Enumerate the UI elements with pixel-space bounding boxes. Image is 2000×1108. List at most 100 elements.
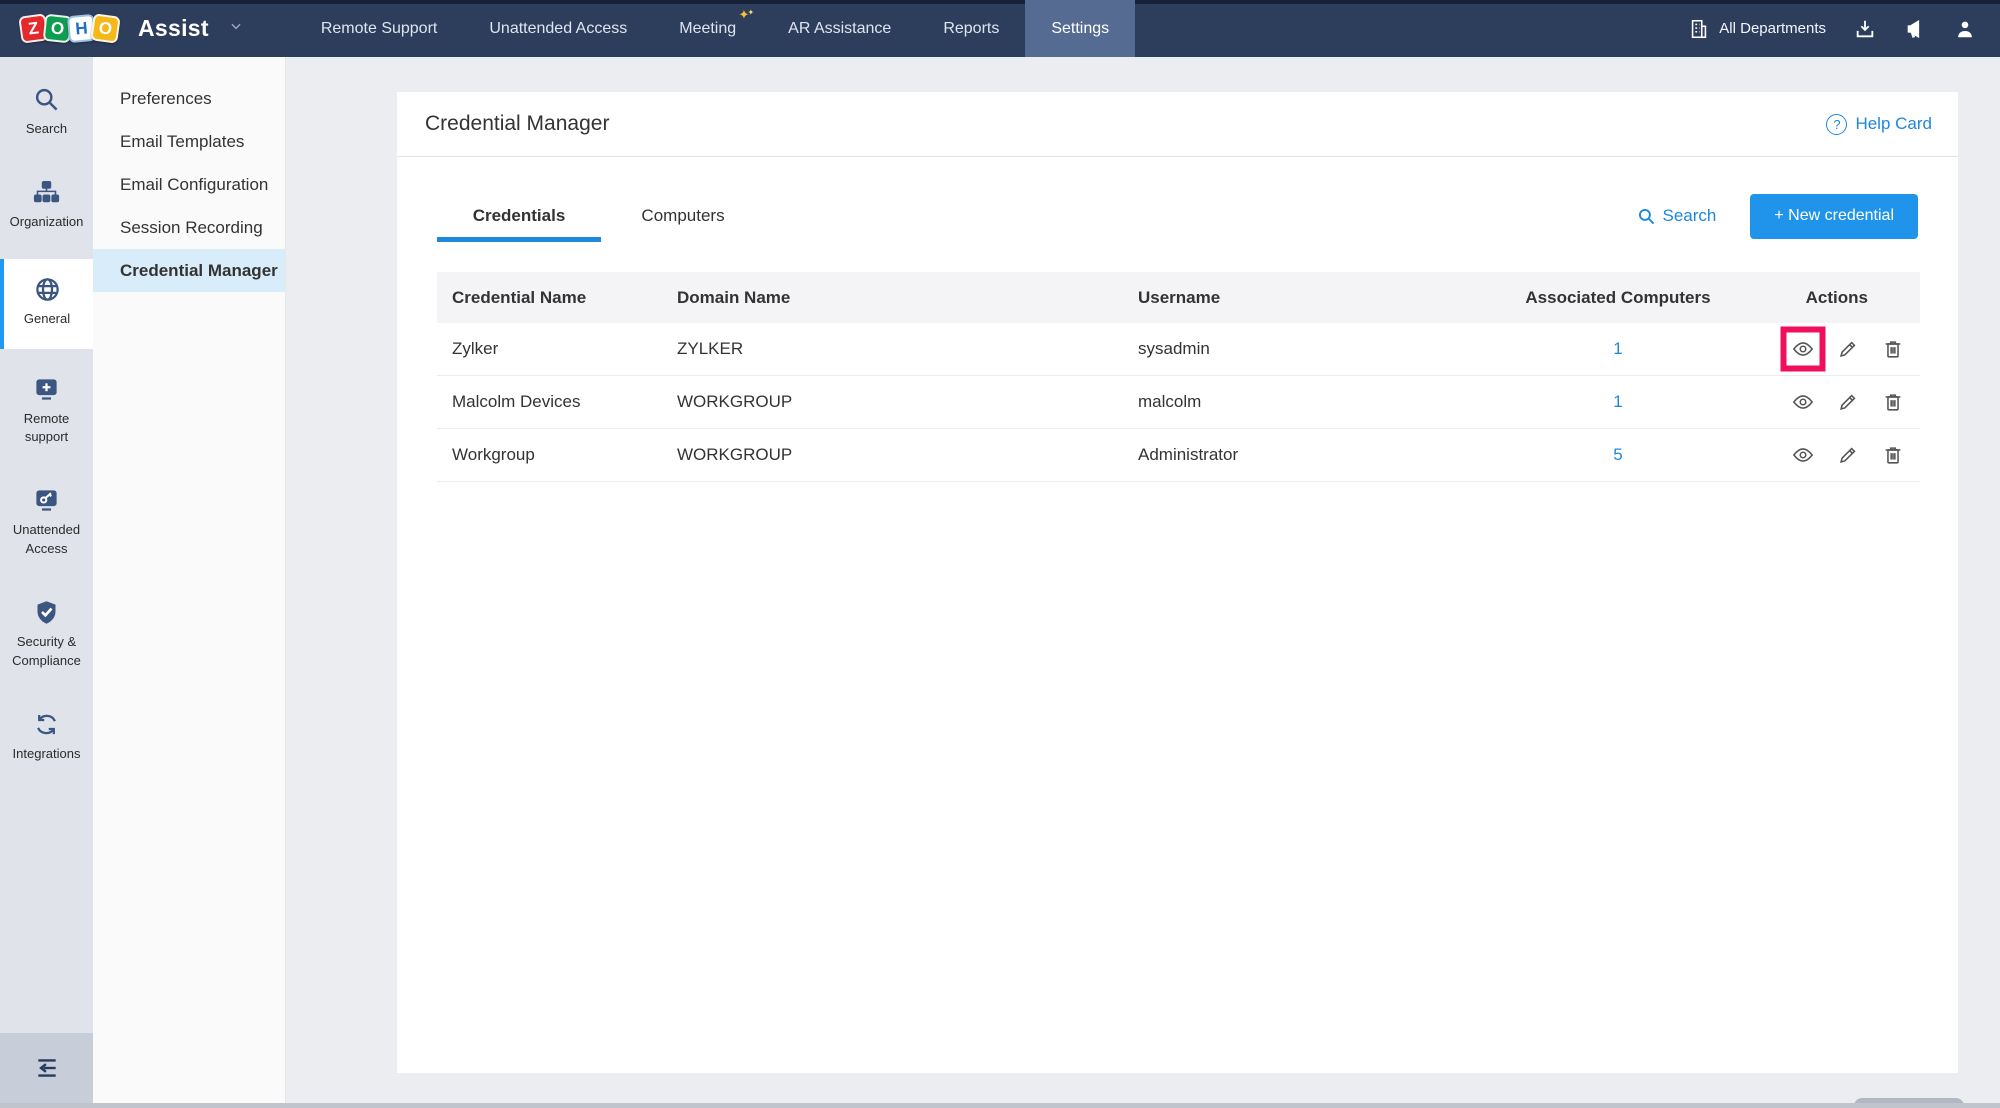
domain-name-cell: WORKGROUP: [677, 392, 1138, 412]
username-cell: malcolm: [1138, 392, 1517, 412]
edit-credential-button[interactable]: [1837, 338, 1859, 360]
sidebar-item-general[interactable]: General: [0, 259, 93, 349]
username-cell: sysadmin: [1138, 339, 1517, 359]
unattended-access-icon: [33, 487, 60, 514]
table-row: Zylker ZYLKER sysadmin 1: [437, 323, 1920, 376]
zoho-logo: Z O H O: [20, 15, 116, 42]
nav-meeting[interactable]: Meeting ✦✦: [653, 0, 762, 57]
new-credential-button[interactable]: + New credential: [1750, 194, 1918, 239]
sidebar-item-security-compliance[interactable]: Security & Compliance: [0, 586, 93, 684]
general-settings-menu: Preferences Email Templates Email Config…: [93, 57, 286, 1103]
pencil-icon: [1837, 444, 1859, 466]
menu-item-preferences[interactable]: Preferences: [93, 77, 285, 120]
menu-item-credential-manager[interactable]: Credential Manager: [93, 249, 285, 292]
search-icon: [1637, 207, 1656, 226]
logo-letter-o2: O: [90, 13, 120, 43]
product-name: Assist: [138, 15, 209, 42]
settings-icon-sidebar: Search Organization General: [0, 57, 93, 1103]
nav-remote-support[interactable]: Remote Support: [295, 0, 464, 57]
trash-icon: [1882, 444, 1904, 466]
menu-item-session-recording[interactable]: Session Recording: [93, 206, 285, 249]
nav-reports[interactable]: Reports: [917, 0, 1025, 57]
top-navigation: Z O H O Assist Remote Support Unattended…: [0, 0, 2000, 57]
megaphone-icon[interactable]: [1904, 18, 1926, 40]
main-content: Credential Manager ? Help Card Credentia…: [286, 57, 2000, 1103]
sparkle-icon: ✦✦: [739, 8, 757, 21]
domain-name-cell: WORKGROUP: [677, 445, 1138, 465]
card-header: Credential Manager ? Help Card: [397, 92, 1958, 157]
credential-name-cell: Zylker: [437, 339, 677, 359]
edit-credential-button[interactable]: [1837, 444, 1859, 466]
app-window: Z O H O Assist Remote Support Unattended…: [0, 0, 2000, 1108]
credential-manager-card: Credential Manager ? Help Card Credentia…: [397, 92, 1958, 1073]
primary-nav: Remote Support Unattended Access Meeting…: [295, 0, 1135, 57]
department-label: All Departments: [1719, 20, 1826, 37]
search-icon: [33, 86, 60, 113]
view-credential-button[interactable]: [1792, 338, 1814, 360]
user-icon[interactable]: [1954, 18, 1976, 40]
nav-settings[interactable]: Settings: [1025, 0, 1135, 57]
table-row: Malcolm Devices WORKGROUP malcolm 1: [437, 376, 1920, 429]
sidebar-item-search[interactable]: Search: [0, 73, 93, 152]
help-card-link[interactable]: ? Help Card: [1826, 114, 1932, 135]
trash-icon: [1882, 338, 1904, 360]
delete-credential-button[interactable]: [1882, 444, 1904, 466]
table-header-row: Credential Name Domain Name Username Ass…: [437, 272, 1920, 323]
view-credential-button[interactable]: [1792, 444, 1814, 466]
window-bottom-edge: [0, 1103, 2000, 1108]
chevron-down-icon[interactable]: [229, 19, 243, 38]
associated-computers-link[interactable]: 1: [1613, 339, 1622, 358]
credential-name-cell: Malcolm Devices: [437, 392, 677, 412]
view-credential-button[interactable]: [1792, 391, 1814, 413]
nav-right-controls: All Departments: [1688, 0, 2000, 57]
eye-icon: [1792, 444, 1814, 466]
col-actions: Actions: [1719, 288, 1920, 308]
collapse-sidebar-icon: [34, 1055, 60, 1081]
help-icon: ?: [1826, 114, 1847, 135]
toolbar-right: Search + New credential: [1637, 194, 1919, 239]
sidebar-item-unattended-access[interactable]: Unattended Access: [0, 474, 93, 572]
download-icon[interactable]: [1854, 18, 1876, 40]
sidebar-collapse-button[interactable]: [0, 1033, 93, 1103]
credentials-table: Credential Name Domain Name Username Ass…: [437, 272, 1920, 482]
domain-name-cell: ZYLKER: [677, 339, 1138, 359]
sidebar-item-remote-support[interactable]: Remote support: [0, 363, 93, 461]
associated-computers-link[interactable]: 5: [1613, 445, 1622, 464]
associated-computers-link[interactable]: 1: [1613, 392, 1622, 411]
username-cell: Administrator: [1138, 445, 1517, 465]
remote-support-icon: [33, 376, 60, 403]
col-username: Username: [1138, 288, 1517, 308]
col-domain-name: Domain Name: [677, 288, 1138, 308]
actions-cell: [1719, 391, 1920, 413]
tabs-toolbar-row: Credentials Computers Search + New crede…: [437, 190, 1918, 242]
credential-name-cell: Workgroup: [437, 445, 677, 465]
edit-credential-button[interactable]: [1837, 391, 1859, 413]
table-row: Workgroup WORKGROUP Administrator 5: [437, 429, 1920, 482]
shield-icon: [33, 599, 60, 626]
nav-unattended-access[interactable]: Unattended Access: [463, 0, 653, 57]
delete-credential-button[interactable]: [1882, 391, 1904, 413]
nav-ar-assistance[interactable]: AR Assistance: [762, 0, 917, 57]
delete-credential-button[interactable]: [1882, 338, 1904, 360]
eye-icon: [1792, 391, 1814, 413]
sidebar-item-organization[interactable]: Organization: [0, 166, 93, 245]
pencil-icon: [1837, 338, 1859, 360]
trash-icon: [1882, 391, 1904, 413]
sidebar-item-integrations[interactable]: Integrations: [0, 698, 93, 777]
building-icon: [1688, 18, 1710, 40]
col-credential-name: Credential Name: [437, 288, 677, 308]
department-selector[interactable]: All Departments: [1688, 18, 1826, 40]
search-button[interactable]: Search: [1637, 206, 1717, 226]
tab-credentials[interactable]: Credentials: [437, 190, 601, 242]
actions-cell: [1719, 338, 1920, 360]
menu-item-email-templates[interactable]: Email Templates: [93, 120, 285, 163]
tab-computers[interactable]: Computers: [601, 190, 765, 242]
zoho-assist-logo[interactable]: Z O H O Assist: [0, 0, 243, 57]
col-associated-computers: Associated Computers: [1517, 288, 1719, 308]
pencil-icon: [1837, 391, 1859, 413]
actions-cell: [1719, 444, 1920, 466]
eye-icon: [1792, 338, 1814, 360]
page-title: Credential Manager: [425, 112, 609, 136]
organization-icon: [33, 179, 60, 206]
menu-item-email-configuration[interactable]: Email Configuration: [93, 163, 285, 206]
